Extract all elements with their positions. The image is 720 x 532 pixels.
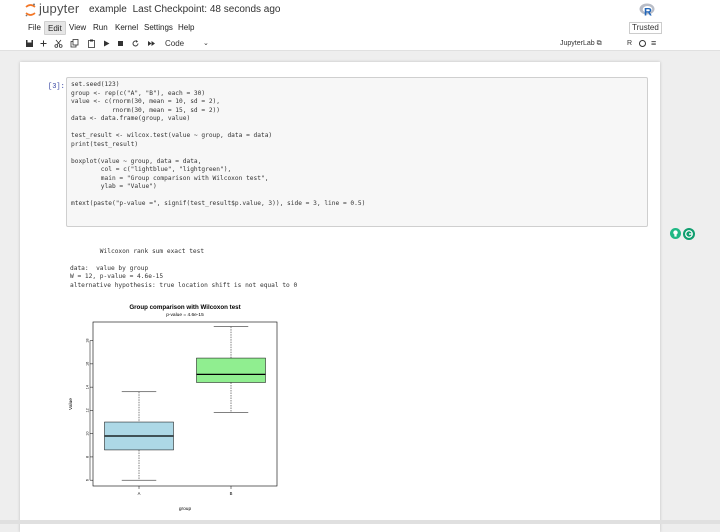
code-line: group <- rep(c("A", "B"), each = 30) [71,89,206,97]
code-cell-input[interactable]: set.seed(123) group <- rep(c("A", "B"), e… [66,77,695,240]
r-kernel-logo-letter: R [644,7,652,18]
output-line: Wilcoxon rank sum exact test [70,247,205,255]
y-tick-label: 12 [85,408,89,412]
kernel-name[interactable]: R [627,38,632,49]
y-tick-label: 14 [85,385,89,389]
trusted-indicator[interactable]: Trusted [629,22,662,34]
run-icon[interactable] [101,38,112,49]
code-editor[interactable]: set.seed(123) group <- rep(c("A", "B"), e… [71,81,365,209]
code-line: print(test_result) [71,140,139,148]
chevron-down-icon[interactable]: ⌄ [203,38,209,49]
y-tick-label: 18 [85,338,89,342]
cell-type-select[interactable]: Code [165,38,184,49]
menu-file[interactable]: File [25,21,44,35]
code-line: main = "Group comparison with Wilcoxon t… [71,174,269,182]
boxplot-chart: Group comparison with Wilcoxon testp-val… [66,300,286,513]
checkpoint-status: Last Checkpoint: 48 seconds ago [132,4,281,15]
output-line: W = 12, p-value = 4.6e-15 [70,273,164,280]
code-line: rnorm(30, mean = 15, sd = 2)) [71,106,221,114]
jupyter-logo-text: jupyter [39,1,80,16]
output-line: data: value by group [70,264,149,272]
y-tick-label: 16 [85,362,89,366]
chart-title: Group comparison with Wilcoxon test [129,304,240,311]
code-line: test_result <- wilcox.test(value ~ group… [71,132,273,139]
x-tick-label: A [138,491,141,496]
notebook-header: jupyter example Last Checkpoint: 48 seco… [0,0,720,21]
box-b [196,357,266,383]
plot-background [66,300,286,513]
menu-settings[interactable]: Settings [141,21,176,35]
notebook-panel: [3]: set.seed(123) group <- rep(c("A", "B… [20,62,695,532]
code-line: col = c("lightblue", "lightgreen"), [71,166,232,173]
notebook-title[interactable]: example Last Checkpoint: 48 seconds ago [89,4,280,15]
y-axis-label: Value [68,398,74,410]
code-line: mtext(paste("p-value =", signif(test_res… [71,200,366,207]
cell-prompt: [3]: [48,83,65,91]
code-line: set.seed(123) [71,81,120,88]
code-line: value <- c(rnorm(30, mean = 10, sd = 2), [71,98,221,105]
y-tick-label: 10 [85,432,89,436]
jupyterlab-link[interactable]: JupyterLab ⧉ [560,38,602,49]
jupyterlab-link-label: JupyterLab [560,40,595,47]
y-tick-label: 6 [85,479,89,481]
assistant-icon[interactable] [683,228,695,240]
save-icon[interactable] [24,38,35,49]
code-line: boxplot(value ~ group, data = data, [71,157,202,165]
paste-icon[interactable] [86,38,97,49]
y-tick-label: 8 [85,456,89,458]
restart-icon[interactable] [130,38,141,49]
menu-view[interactable]: View [66,21,89,35]
page-bottom-border [0,520,720,524]
r-kernel-logo-icon: R [639,3,655,18]
fast-forward-icon[interactable] [146,38,157,49]
notebook-name[interactable]: example [89,4,127,15]
x-axis-label: group [179,506,192,512]
output-line: alternative hypothesis: true location sh… [70,281,298,289]
menu-help[interactable]: Help [175,21,197,35]
jupyter-logo-icon [25,3,36,17]
menu-run[interactable]: Run [90,21,111,35]
add-cell-icon[interactable] [38,38,49,49]
stop-icon[interactable] [115,38,126,49]
copy-icon[interactable] [69,38,80,49]
lightbulb-icon[interactable] [670,228,681,239]
hamburger-menu-icon[interactable]: ≡ [651,38,656,48]
jupyter-logo[interactable]: jupyter [25,1,83,18]
code-line: ylab = "Value") [71,183,157,190]
notebook-toolbar: Code ⌄ JupyterLab ⧉ R ≡ [0,37,720,51]
menu-bar: File Edit View Run Kernel Settings Help … [0,21,720,37]
menu-kernel[interactable]: Kernel [112,21,141,35]
chart-subtitle: p-value = 4.6e-15 [166,312,204,318]
x-tick-label: B [230,491,233,496]
menu-edit[interactable]: Edit [44,21,66,35]
cell-output-text: Wilcoxon rank sum exact test data: value … [70,239,297,290]
cut-icon[interactable] [53,38,64,49]
kernel-status-icon [639,40,646,47]
external-link-icon: ⧉ [596,40,602,47]
cell-extension-icons [670,227,696,241]
code-line: data <- data.frame(group, value) [71,115,191,122]
